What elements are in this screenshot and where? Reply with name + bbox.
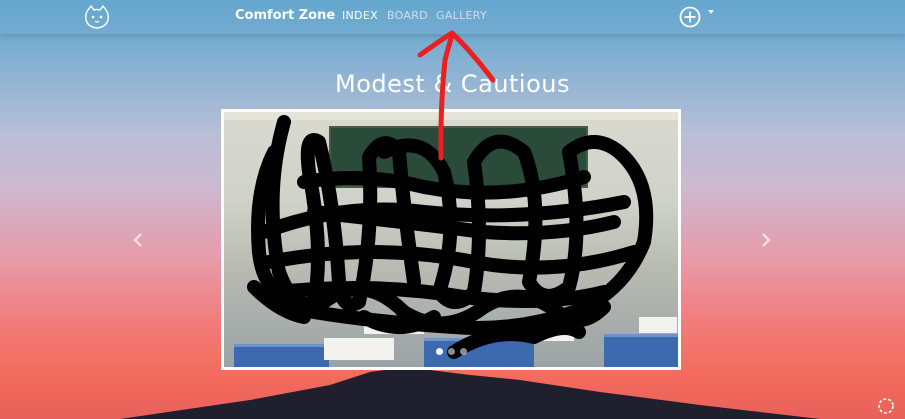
- chevron-right-icon[interactable]: [759, 231, 773, 249]
- navbar: Comfort Zone INDEX BOARD GALLERY: [0, 0, 905, 34]
- carousel-indicators: [436, 348, 467, 355]
- brand-name[interactable]: Comfort Zone: [235, 8, 335, 23]
- plus-circle-icon[interactable]: [679, 6, 701, 28]
- dropdown-caret-icon[interactable]: [708, 10, 714, 14]
- carousel-dot-3[interactable]: [460, 348, 467, 355]
- carousel-slide-frame: [221, 109, 681, 370]
- nav-link-index[interactable]: INDEX: [342, 9, 378, 22]
- redaction-scribble: [247, 115, 654, 359]
- nav-link-board[interactable]: BOARD: [387, 9, 428, 22]
- carousel-dot-1[interactable]: [436, 348, 443, 355]
- cat-face-icon[interactable]: [83, 4, 111, 30]
- scroll-top-icon[interactable]: [877, 397, 895, 415]
- chevron-left-icon[interactable]: [131, 231, 145, 249]
- classroom-photo: [224, 112, 678, 367]
- carousel-dot-2[interactable]: [448, 348, 455, 355]
- nav-link-gallery[interactable]: GALLERY: [436, 9, 487, 22]
- gallery-title: Modest & Cautious: [335, 70, 570, 98]
